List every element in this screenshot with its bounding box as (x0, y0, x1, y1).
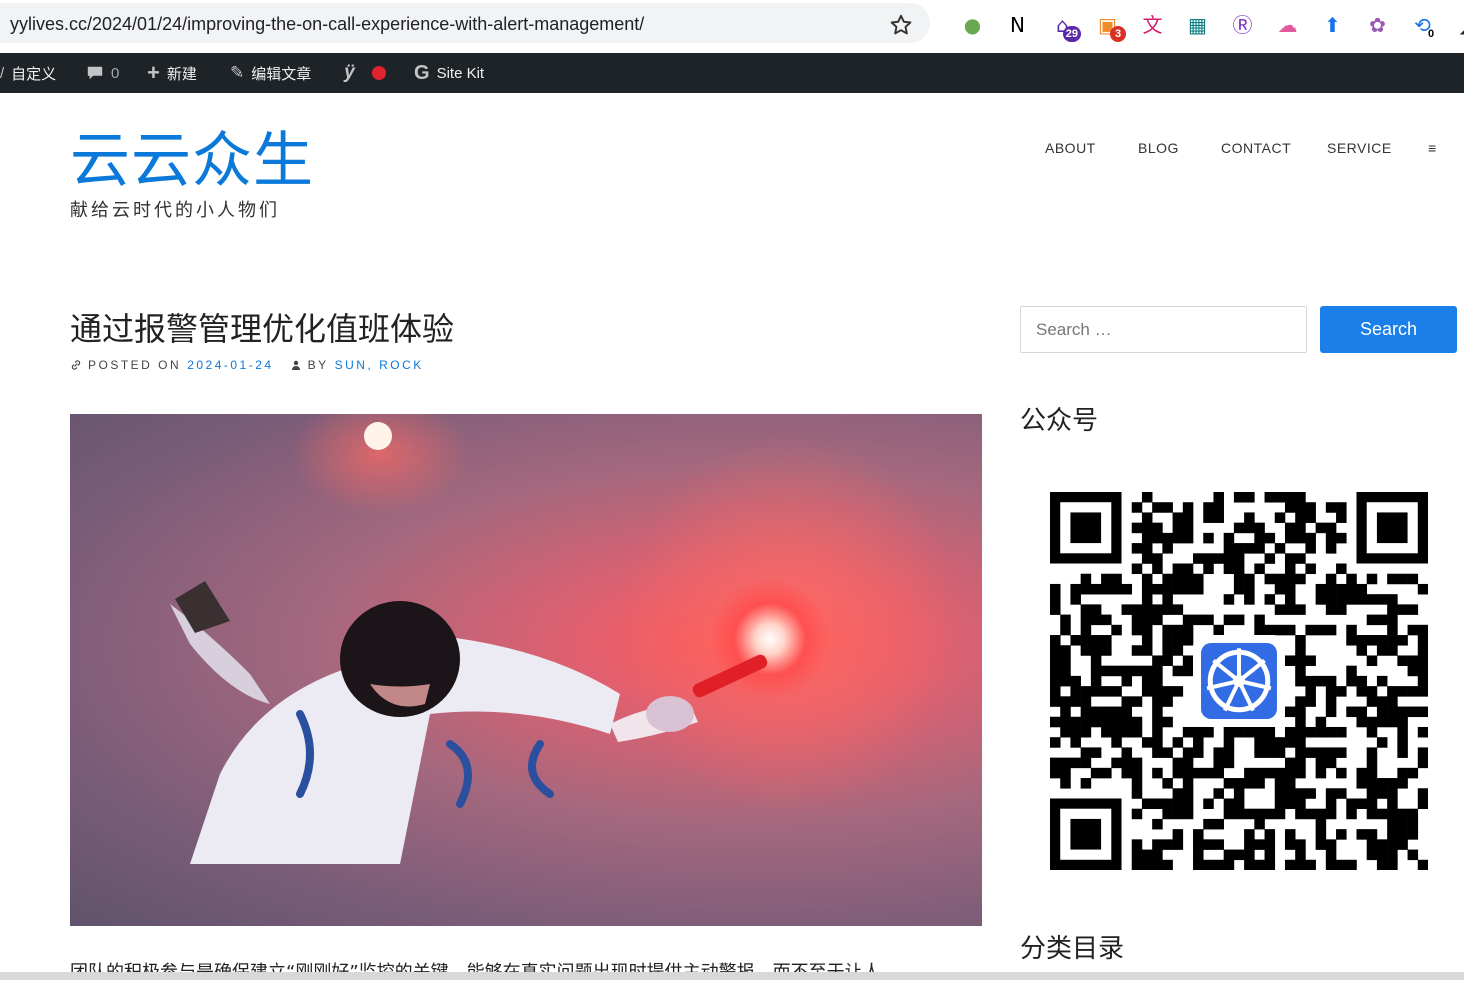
house-extension-icon[interactable]: ⌂ 29 (1040, 8, 1085, 42)
address-bar[interactable]: yylives.cc/2024/01/24/improving-the-on-c… (0, 3, 930, 43)
extension-badge: 3 (1110, 26, 1126, 42)
search-button[interactable]: Search (1320, 306, 1457, 353)
new-content-button[interactable]: + 新建 (147, 53, 197, 93)
by-label: BY (307, 358, 329, 372)
featured-image (70, 414, 982, 926)
comments-button[interactable]: 0 (86, 53, 119, 93)
translate-icon[interactable]: 文 (1130, 8, 1175, 42)
nav-service-link[interactable]: SERVICE (1327, 140, 1392, 156)
yoast-seo-button[interactable]: ÿ (344, 53, 386, 93)
brush-icon: / (0, 64, 5, 82)
comment-icon (87, 66, 103, 80)
post-date-link[interactable]: 2024-01-24 (187, 358, 273, 372)
qr-code-image (1050, 492, 1429, 871)
plus-icon: + (147, 60, 160, 85)
openai-icon[interactable]: ✿ (1355, 8, 1400, 42)
yoast-icon: ÿ (344, 62, 355, 83)
link-icon (71, 360, 81, 370)
nav-blog-link[interactable]: BLOG (1138, 140, 1179, 156)
dark-extension-icon[interactable]: ◢ (1445, 8, 1464, 42)
post-meta: POSTED ON 2024-01-24 BY SUN, ROCK (70, 358, 424, 372)
categories-widget-title: 分类目录 (1020, 934, 1125, 964)
search-input[interactable] (1020, 306, 1307, 353)
browser-toolbar: yylives.cc/2024/01/24/improving-the-on-c… (0, 0, 1464, 54)
customize-button[interactable]: / 自定义 (0, 53, 56, 93)
posted-on-label: POSTED ON (88, 358, 182, 372)
new-label: 新建 (166, 65, 197, 83)
site-kit-label: Site Kit (436, 64, 485, 82)
author-icon (291, 360, 300, 370)
post-authors-link[interactable]: SUN, ROCK (335, 358, 424, 372)
site-kit-button[interactable]: G Site Kit (414, 53, 484, 93)
purple-r-extension-icon[interactable]: Ⓡ (1220, 8, 1265, 42)
primary-navigation: ABOUT BLOG CONTACT SERVICE ≡ (0, 140, 1464, 160)
nav-contact-link[interactable]: CONTACT (1221, 140, 1291, 156)
site-tagline: 献给云时代的小人物们 (70, 200, 280, 221)
customize-label: 自定义 (11, 65, 57, 83)
site-title[interactable]: 云云众生 (70, 122, 314, 200)
seo-status-dot-icon (371, 66, 386, 80)
notion-icon[interactable]: N (995, 8, 1040, 42)
horizontal-scrollbar[interactable] (0, 972, 1464, 980)
extension-badge: 0 (1427, 28, 1435, 40)
url-text[interactable]: yylives.cc/2024/01/24/improving-the-on-c… (10, 14, 644, 35)
post-title: 通过报警管理优化值班体验 (70, 310, 455, 348)
wechat-widget-title: 公众号 (1020, 406, 1099, 436)
edit-post-label: 编辑文章 (251, 65, 312, 83)
google-g-icon: G (414, 61, 430, 84)
blue-arrow-extension-icon[interactable]: ⬆ (1310, 8, 1355, 42)
edit-post-button[interactable]: ✎ 编辑文章 (230, 53, 311, 93)
green-circle-extension-icon[interactable]: ● (950, 8, 995, 42)
post-intro-paragraph: 团队的积极参与是确保建立“刚刚好”监控的关键，能够在真实问题出现时提供主动警报，… (70, 958, 970, 984)
extension-toolbar: ●N⌂29▣3文▦Ⓡ☁⬆✿⟲0◢ (950, 8, 1464, 42)
wechat-qr-code (1050, 492, 1429, 871)
pattern-extension-icon[interactable]: ▦ (1175, 8, 1220, 42)
cloud-face-extension-icon[interactable]: ☁ (1265, 8, 1310, 42)
cycle-extension-icon[interactable]: ⟲ 0 (1400, 8, 1445, 42)
wp-admin-bar: / 自定义 0 + 新建 ✎ 编辑文章 ÿ G Site Kit (0, 53, 1464, 93)
bookmark-star-icon[interactable] (888, 12, 914, 38)
pencil-icon: ✎ (230, 63, 245, 82)
nav-about-link[interactable]: ABOUT (1045, 140, 1096, 156)
comments-count: 0 (111, 64, 120, 82)
menu-icon[interactable]: ≡ (1428, 140, 1437, 156)
extension-badge: 29 (1062, 26, 1081, 42)
stack-extension-icon[interactable]: ▣ 3 (1085, 8, 1130, 42)
flare-photo (170, 414, 960, 864)
